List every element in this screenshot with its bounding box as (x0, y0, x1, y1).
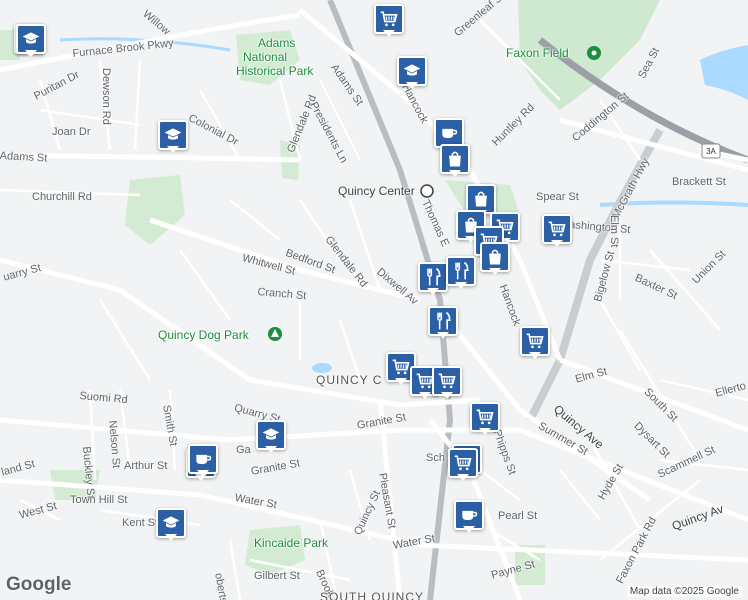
marker-pointer (437, 332, 449, 339)
map-marker-grocery[interactable] (470, 402, 500, 436)
street-label-dewson: Dewson Rd (100, 68, 112, 125)
street-label-gilbert: Gilbert St (254, 570, 300, 582)
marker-pointer (449, 170, 461, 177)
map-marker-coffee[interactable] (188, 444, 218, 478)
marker-pointer (167, 146, 179, 153)
map-attribution: Map data ©2025 Google (626, 586, 742, 597)
faxon-field-label: Faxon Field (506, 46, 569, 60)
map-marker-school[interactable] (158, 120, 188, 154)
map-marker-grocery[interactable] (542, 214, 572, 248)
map-marker-shopping-bag[interactable] (480, 242, 510, 276)
marker-pointer (419, 392, 431, 399)
street-label-joan: Joan Dr (52, 126, 91, 138)
adams-park-label-0: Adams (258, 36, 296, 50)
marker-pointer (25, 50, 37, 57)
marker-pointer (406, 82, 418, 89)
marker-pointer (395, 378, 407, 385)
south-quincy-label: SOUTH QUINCY (320, 590, 425, 600)
map-marker-school[interactable] (156, 508, 186, 542)
map-marker-shopping-bag[interactable] (440, 144, 470, 178)
map-marker-grocery[interactable] (520, 326, 550, 360)
map-canvas[interactable]: 3A Adams St Adams St Furnace Brook Pkwy Wil… (0, 0, 748, 600)
marker-pointer (165, 534, 177, 541)
quincy-center-label: Quincy Center (338, 184, 415, 198)
street-label-town-hill: Town Hill St (70, 494, 128, 506)
marker-pointer (463, 526, 475, 533)
map-marker-grocery[interactable] (432, 366, 462, 400)
street-label-spear: Spear St (536, 191, 579, 203)
street-label-elm-e: Elm St (608, 215, 620, 248)
map-marker-school[interactable] (397, 56, 427, 90)
train-station-icon (420, 184, 434, 198)
marker-pointer (551, 240, 563, 247)
quincy-dog-park-label: Quincy Dog Park (158, 328, 249, 342)
marker-pointer (479, 428, 491, 435)
map-marker-restaurant[interactable] (446, 256, 476, 290)
street-label-garfield: Ga (236, 444, 251, 456)
marker-pointer (441, 392, 453, 399)
street-label-brackett: Brackett St (672, 176, 726, 188)
marker-pointer (457, 474, 469, 481)
street-label-arthur: Arthur St (124, 460, 168, 472)
adams-park-label-2: Historical Park (236, 64, 314, 78)
quincy-c-label: QUINCY C (316, 373, 383, 387)
map-marker-school[interactable] (16, 24, 46, 58)
map-marker-school[interactable] (256, 420, 286, 454)
map-marker-grocery[interactable] (448, 448, 478, 482)
marker-pointer (197, 470, 209, 477)
street-label-kent: Kent St (122, 517, 159, 529)
map-marker-grocery[interactable] (374, 4, 404, 38)
street-label-churchill: Churchill Rd (32, 191, 92, 203)
map-marker-coffee[interactable] (454, 500, 484, 534)
street-label-school: Sch (426, 452, 445, 464)
marker-pointer (383, 30, 395, 37)
marker-pointer (427, 288, 439, 295)
street-label-adams-st-w: Adams St (0, 150, 48, 165)
street-label-pearl: Pearl St (498, 510, 538, 522)
adams-park-label-1: National (243, 50, 288, 64)
marker-pointer (529, 352, 541, 359)
map-marker-restaurant[interactable] (418, 262, 448, 296)
google-logo: Google (6, 574, 72, 595)
route-3a-shield: 3A (706, 147, 716, 156)
marker-pointer (265, 446, 277, 453)
marker-pointer (455, 282, 467, 289)
marker-pointer (489, 268, 501, 275)
kincaide-park-label: Kincaide Park (254, 536, 329, 550)
map-marker-restaurant[interactable] (428, 306, 458, 340)
